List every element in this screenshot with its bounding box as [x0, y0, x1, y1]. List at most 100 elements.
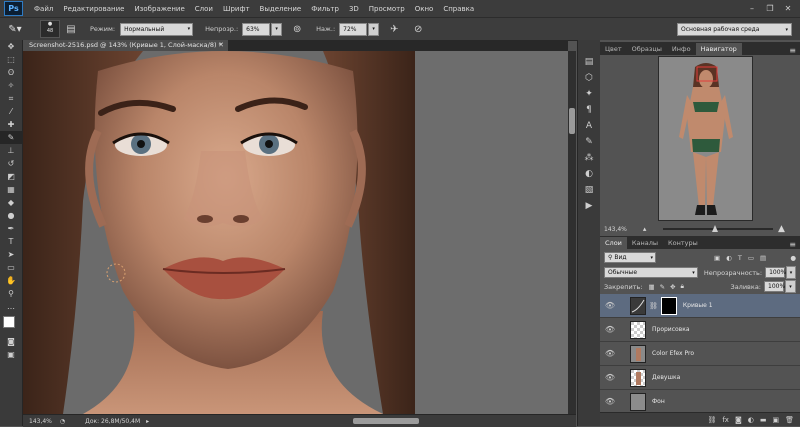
- tab-channels[interactable]: Каналы: [627, 237, 663, 249]
- history-panel-icon[interactable]: ▤: [578, 54, 600, 70]
- menu-file[interactable]: Файл: [29, 5, 58, 13]
- layer-name[interactable]: Девушка: [652, 374, 680, 381]
- layer-row[interactable]: 👁︎ Color Efex Pro: [600, 342, 800, 366]
- tab-swatches[interactable]: Образцы: [627, 43, 667, 55]
- layer-row[interactable]: 👁︎ Фон: [600, 390, 800, 414]
- lock-all-icon[interactable]: 🔒︎: [681, 282, 684, 291]
- more-tools-icon[interactable]: …: [0, 300, 22, 313]
- filter-smart-icon[interactable]: ▤: [760, 254, 766, 262]
- pressure-opacity-icon[interactable]: ⊚: [290, 22, 304, 36]
- marquee-tool-icon[interactable]: ⬚: [0, 53, 22, 66]
- airbrush-icon[interactable]: ✈: [387, 22, 401, 36]
- layer-opacity-dropdown-icon[interactable]: ▾: [786, 266, 796, 279]
- layer-name[interactable]: Прорисовка: [652, 326, 690, 333]
- menu-3d[interactable]: 3D: [344, 5, 364, 13]
- fill-dropdown-icon[interactable]: ▾: [785, 280, 796, 293]
- brush-tool-preset-icon[interactable]: ✎▾: [4, 21, 26, 37]
- history-brush-tool-icon[interactable]: ↺: [0, 157, 22, 170]
- crop-tool-icon[interactable]: ⌗: [0, 92, 22, 105]
- layers-menu-icon[interactable]: ≡: [789, 240, 796, 249]
- quick-mask-icon[interactable]: ◙: [0, 335, 22, 348]
- link-mask-icon[interactable]: ⛓︎: [649, 302, 658, 310]
- brush-presets-icon[interactable]: ⁂: [578, 150, 600, 166]
- blend-mode-select[interactable]: Обычные ▾: [604, 267, 698, 278]
- tab-color[interactable]: Цвет: [600, 43, 627, 55]
- styles-panel-icon[interactable]: ▧: [578, 182, 600, 198]
- add-mask-icon[interactable]: ◙: [735, 416, 742, 424]
- clone-stamp-tool-icon[interactable]: ⊥: [0, 144, 22, 157]
- layer-opacity-input[interactable]: 100%: [765, 267, 786, 278]
- brush-size-picker[interactable]: ● 48: [40, 20, 60, 38]
- zoom-in-icon[interactable]: ▲: [778, 224, 785, 234]
- gradient-tool-icon[interactable]: ▦: [0, 183, 22, 196]
- path-select-tool-icon[interactable]: ➤: [0, 248, 22, 261]
- document-image[interactable]: [23, 51, 415, 414]
- menu-edit[interactable]: Редактирование: [58, 5, 129, 13]
- tab-layers[interactable]: Слои: [600, 237, 627, 249]
- quick-select-tool-icon[interactable]: ✧: [0, 79, 22, 92]
- filter-shape-icon[interactable]: ▭: [748, 254, 754, 262]
- type-tool-icon[interactable]: T: [0, 235, 22, 248]
- hand-tool-icon[interactable]: ✋: [0, 274, 22, 287]
- properties-panel-icon[interactable]: ✦: [578, 86, 600, 102]
- workspace-select[interactable]: Основная рабочая среда ▾: [677, 23, 792, 36]
- visibility-eye-icon[interactable]: 👁︎: [604, 373, 616, 382]
- dodge-tool-icon[interactable]: ●: [0, 209, 22, 222]
- move-tool-icon[interactable]: ✥: [0, 40, 22, 53]
- tab-info[interactable]: Инфо: [667, 43, 696, 55]
- pen-tool-icon[interactable]: ✒: [0, 222, 22, 235]
- lasso-tool-icon[interactable]: ʘ: [0, 66, 22, 79]
- brush-panel-icon[interactable]: ▤: [64, 22, 78, 36]
- delete-layer-icon[interactable]: 🗑︎: [785, 416, 794, 424]
- flow-input[interactable]: 72%: [339, 22, 368, 36]
- healing-brush-tool-icon[interactable]: ✚: [0, 118, 22, 131]
- shape-tool-icon[interactable]: ▭: [0, 261, 22, 274]
- layer-filter-select[interactable]: ⚲ Вид ▾: [604, 252, 656, 263]
- menu-select[interactable]: Выделение: [255, 5, 307, 13]
- paragraph-panel-icon[interactable]: ¶: [578, 102, 600, 118]
- brush-panel-icon-dock[interactable]: ✎: [578, 134, 600, 150]
- filter-toggle-icon[interactable]: ●: [790, 254, 796, 262]
- restore-icon[interactable]: ❐: [764, 4, 776, 14]
- filter-pixel-icon[interactable]: ▣: [714, 254, 720, 262]
- layer-style-icon[interactable]: fx: [722, 416, 729, 424]
- canvas-vertical-scrollbar[interactable]: [568, 51, 576, 414]
- visibility-eye-icon[interactable]: 👁︎: [604, 397, 616, 406]
- link-layers-icon[interactable]: ⛓︎: [707, 416, 716, 424]
- opacity-dropdown-icon[interactable]: ▾: [271, 22, 283, 36]
- document-tab[interactable]: Screenshot-2516.psd @ 143% (Кривые 1, Сл…: [23, 40, 228, 51]
- opacity-input[interactable]: 63%: [242, 22, 271, 36]
- status-info-icon[interactable]: ◔: [60, 418, 65, 425]
- eyedropper-tool-icon[interactable]: ⁄: [0, 105, 22, 118]
- status-menu-icon[interactable]: ▸: [146, 418, 149, 425]
- layer-mask-thumbnail[interactable]: [660, 296, 677, 315]
- menu-layers[interactable]: Слои: [190, 5, 218, 13]
- zoom-out-icon[interactable]: ▴: [643, 225, 647, 233]
- blur-tool-icon[interactable]: ◆: [0, 196, 22, 209]
- character-panel-icon[interactable]: A: [578, 118, 600, 134]
- status-zoom[interactable]: 143,4%: [29, 418, 52, 425]
- actions-panel-icon[interactable]: ▶: [578, 198, 600, 214]
- layer-name[interactable]: Фон: [652, 398, 665, 405]
- layer-row[interactable]: 👁︎ Девушка: [600, 366, 800, 390]
- menu-type[interactable]: Шрифт: [218, 5, 255, 13]
- canvas-scroll-thumb[interactable]: [569, 108, 575, 134]
- visibility-eye-icon[interactable]: 👁︎: [604, 349, 616, 358]
- adjustments-panel-icon[interactable]: ◐: [578, 166, 600, 182]
- 3d-panel-icon[interactable]: ⬡: [578, 70, 600, 86]
- filter-adjust-icon[interactable]: ◐: [726, 254, 732, 262]
- menu-window[interactable]: Окно: [410, 5, 439, 13]
- menu-filter[interactable]: Фильтр: [306, 5, 344, 13]
- menu-image[interactable]: Изображение: [129, 5, 189, 13]
- tab-navigator[interactable]: Навигатор: [695, 43, 742, 55]
- navigator-zoom-value[interactable]: 143,4%: [604, 226, 627, 233]
- close-tab-icon[interactable]: ✕: [218, 40, 224, 51]
- navigator-zoom-slider[interactable]: [663, 228, 773, 230]
- visibility-eye-icon[interactable]: 👁︎: [604, 325, 616, 334]
- layer-name[interactable]: Кривые 1: [683, 302, 713, 309]
- fill-input[interactable]: 100%: [764, 281, 785, 292]
- eraser-tool-icon[interactable]: ◩: [0, 170, 22, 183]
- visibility-eye-icon[interactable]: 👁︎: [604, 301, 616, 310]
- menu-view[interactable]: Просмотр: [364, 5, 410, 13]
- screen-mode-icon[interactable]: ▣: [0, 348, 22, 361]
